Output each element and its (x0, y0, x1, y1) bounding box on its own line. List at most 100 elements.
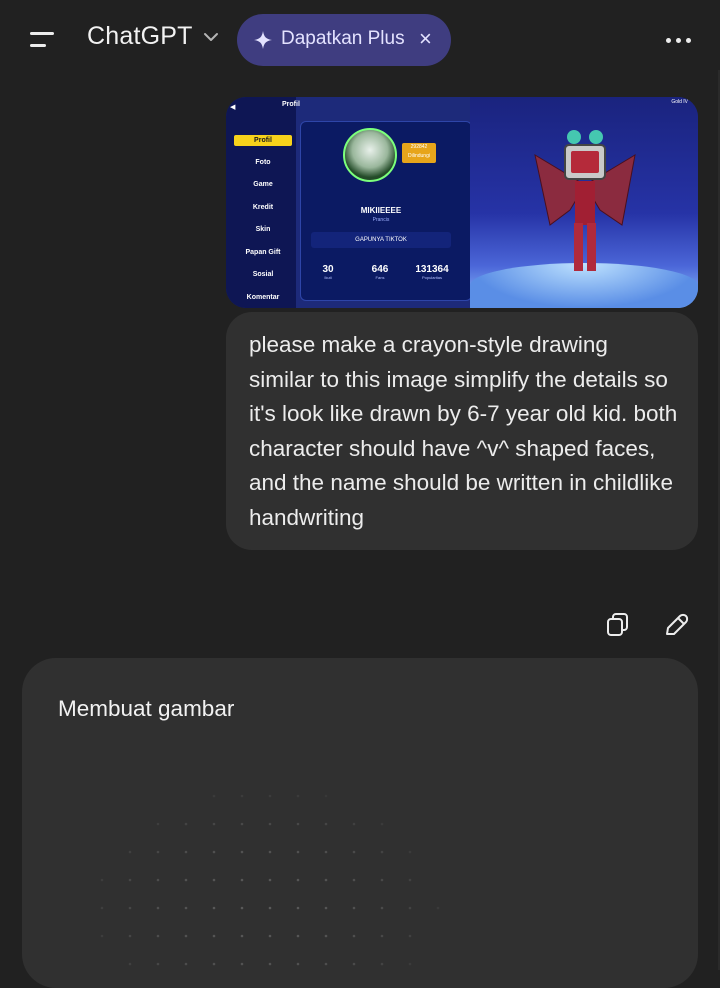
loading-dots-pattern (100, 794, 440, 966)
upgrade-plus-button[interactable]: Dapatkan Plus × (237, 14, 451, 66)
attachment-sidebar-item: Sosial (252, 271, 274, 278)
loading-dot (352, 850, 356, 854)
loading-dot (324, 794, 328, 798)
loading-dot (268, 906, 272, 910)
attachment-sidebar-item: Profil (234, 135, 292, 146)
loading-dot (352, 878, 356, 882)
user-message-text: please make a crayon-style drawing simil… (249, 332, 678, 530)
loading-dot (212, 934, 216, 938)
loading-dot (268, 794, 272, 798)
attachment-stat: 30 Ikuti (322, 264, 334, 280)
sparkle-icon (254, 31, 272, 49)
loading-dot (184, 822, 188, 826)
attachment-rank: Gold IV (671, 99, 688, 105)
loading-dot (296, 850, 300, 854)
loading-dot (324, 878, 328, 882)
loading-dot (408, 934, 412, 938)
loading-dot (268, 934, 272, 938)
loading-dot (240, 794, 244, 798)
loading-dot (100, 906, 104, 910)
loading-dot (212, 878, 216, 882)
attachment-country: Prancis (372, 217, 390, 223)
loading-dot (408, 906, 412, 910)
loading-dot (184, 906, 188, 910)
copy-icon[interactable] (603, 610, 633, 640)
loading-dot (380, 934, 384, 938)
loading-dot (380, 962, 384, 966)
loading-dot (268, 878, 272, 882)
attachment-bio: GAPUNYA TIKTOK (311, 232, 451, 248)
user-message-bubble: please make a crayon-style drawing simil… (226, 312, 698, 550)
loading-dot (212, 794, 216, 798)
app-title[interactable]: ChatGPT (87, 22, 193, 51)
attachment-sidebar-item: Komentar (246, 294, 280, 301)
loading-dot (128, 878, 132, 882)
attachment-sidebar-item: Foto (255, 159, 271, 166)
loading-dot (212, 822, 216, 826)
attachment-sidebar-item: Papan Gift (245, 249, 281, 256)
loading-dot (240, 962, 244, 966)
avatar (343, 128, 397, 182)
loading-dot (156, 962, 160, 966)
loading-dot (408, 878, 412, 882)
loading-dot (240, 850, 244, 854)
loading-dot (268, 850, 272, 854)
loading-dot (324, 962, 328, 966)
attachment-username: MIKIIEEEE (360, 206, 402, 215)
loading-dot (324, 906, 328, 910)
loading-dot (296, 962, 300, 966)
loading-dot (212, 850, 216, 854)
loading-dot (156, 934, 160, 938)
more-dots-icon (666, 38, 671, 43)
loading-dot (324, 934, 328, 938)
attached-image[interactable]: ◀ Profil Foto Game Kredit Skin Papan Gif… (226, 97, 698, 308)
loading-dot (352, 934, 356, 938)
loading-dot (324, 850, 328, 854)
loading-dot (352, 822, 356, 826)
loading-dot (212, 906, 216, 910)
attachment-sidebar-item: Game (253, 181, 273, 188)
attachment-badge: 292842 Dilindungi (402, 143, 436, 163)
menu-icon (30, 32, 54, 35)
attachment-sidebar: ◀ Profil Foto Game Kredit Skin Papan Gif… (226, 97, 296, 308)
loading-dot (296, 878, 300, 882)
loading-dot (184, 850, 188, 854)
loading-dot (184, 934, 188, 938)
loading-dot (100, 878, 104, 882)
loading-dot (380, 878, 384, 882)
more-options-button[interactable] (664, 26, 694, 54)
loading-dot (184, 962, 188, 966)
loading-dot (212, 962, 216, 966)
attachment-character-scene: Gold IV (470, 97, 698, 308)
loading-dot (156, 822, 160, 826)
loading-dot (296, 906, 300, 910)
chevron-down-icon[interactable] (202, 30, 220, 44)
loading-dot (156, 906, 160, 910)
loading-dot (296, 794, 300, 798)
loading-dot (408, 962, 412, 966)
loading-dot (128, 850, 132, 854)
loading-dot (380, 906, 384, 910)
image-generation-card: Membuat gambar (22, 658, 698, 988)
attachment-header-label: Profil (282, 101, 300, 108)
loading-dot (296, 934, 300, 938)
loading-dot (240, 934, 244, 938)
loading-dot (296, 822, 300, 826)
loading-dot (240, 906, 244, 910)
loading-dot (268, 822, 272, 826)
loading-dot (268, 962, 272, 966)
attachment-stat: 646 Fans (371, 264, 389, 280)
close-icon[interactable]: × (419, 26, 432, 52)
pencil-icon[interactable] (661, 610, 691, 640)
loading-dot (352, 962, 356, 966)
loading-dot (408, 850, 412, 854)
loading-dot (352, 906, 356, 910)
loading-dot (100, 934, 104, 938)
attachment-stat: 131364 Popularitas (415, 264, 449, 280)
back-arrow-icon: ◀ (230, 104, 236, 111)
attachment-sidebar-item: Skin (255, 226, 271, 233)
loading-dot (240, 878, 244, 882)
menu-button[interactable] (26, 26, 60, 54)
loading-dot (240, 822, 244, 826)
loading-dot (128, 962, 132, 966)
